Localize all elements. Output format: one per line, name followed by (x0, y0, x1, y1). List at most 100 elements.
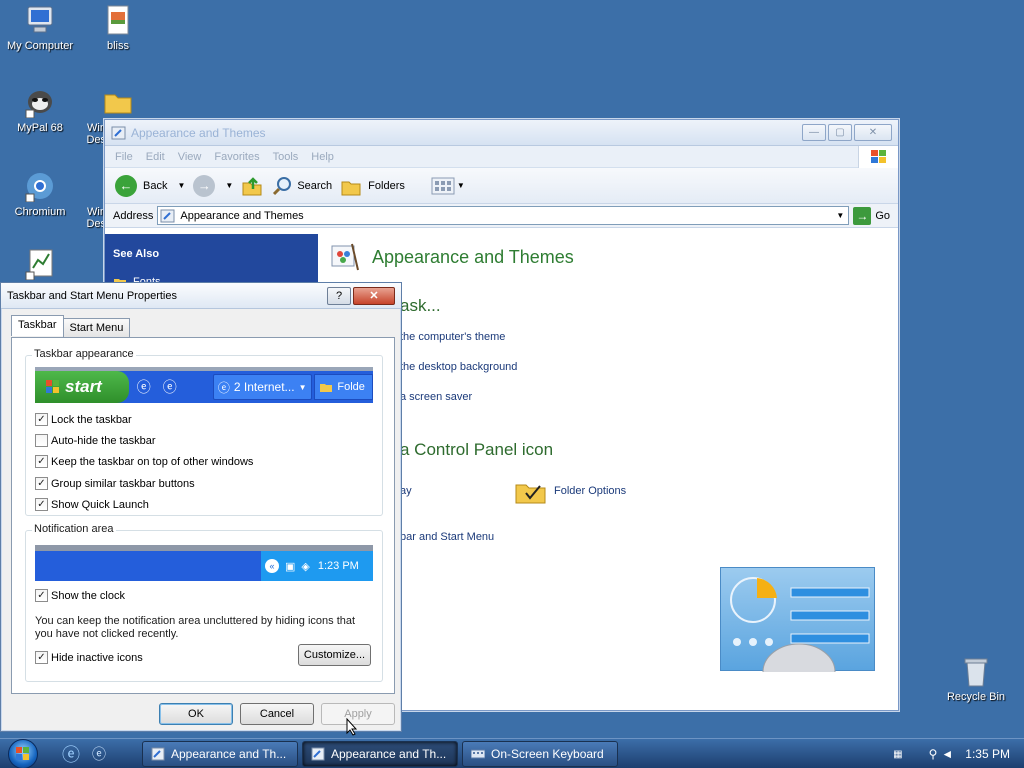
back-dropdown-icon[interactable]: ▼ (177, 181, 185, 190)
explorer-title: Appearance and Themes (131, 125, 266, 140)
control-panel-icon (111, 125, 127, 141)
desktop-icon-recycle-bin[interactable]: Recycle Bin (942, 656, 1010, 703)
search-button[interactable]: Search (271, 175, 332, 197)
desktop-icon-my-computer[interactable]: My Computer (2, 4, 78, 52)
taskbar-button-onscreen-keyboard[interactable]: On-Screen Keyboard (462, 740, 618, 767)
notification-area-label: Notification area (32, 523, 116, 535)
keyboard-tray-icon[interactable]: ▦ (893, 749, 902, 760)
minimize-button[interactable]: — (802, 124, 826, 141)
address-value: Appearance and Themes (180, 209, 304, 222)
dialog-titlebar[interactable]: Taskbar and Start Menu Properties ? ✕ (1, 283, 401, 309)
cancel-button[interactable]: Cancel (240, 703, 314, 725)
checkbox-autohide[interactable] (35, 434, 48, 447)
network-tray-icon[interactable]: ⚲ (929, 747, 938, 761)
quick-launch-checkbox[interactable]: ✓ Show Quick Launch (35, 498, 149, 511)
forward-arrow-icon: → (193, 174, 216, 197)
close-button[interactable]: ✕ (854, 124, 892, 141)
auto-hide-checkbox[interactable]: Auto-hide the taskbar (35, 434, 156, 447)
desktop-icon-chart-doc[interactable] (2, 248, 78, 284)
views-button[interactable]: ▼ (431, 176, 465, 196)
menu-view[interactable]: View (178, 151, 202, 163)
checkbox-lock[interactable]: ✓ (35, 413, 48, 426)
control-panel-icon (311, 747, 325, 760)
views-dropdown-icon: ▼ (456, 181, 465, 190)
customize-button[interactable]: Customize... (298, 644, 371, 666)
quick-launch-preview: ⓔ ⓔ (129, 371, 211, 403)
explorer-titlebar[interactable]: Appearance and Themes — ▢ ✕ (105, 120, 898, 146)
tab-taskbar[interactable]: Taskbar (11, 315, 64, 336)
show-clock-checkbox[interactable]: ✓ Show the clock (35, 589, 125, 602)
task-change-background[interactable]: the desktop background (400, 361, 517, 373)
search-icon (273, 176, 292, 195)
network-icon: ▣ (285, 560, 296, 573)
start-orb-button[interactable] (8, 738, 38, 768)
cp-item-folder-options[interactable]: Folder Options (514, 477, 626, 505)
apply-button[interactable]: Apply (321, 703, 395, 725)
control-panel-illustration (720, 567, 875, 701)
windows-flag-icon (16, 746, 29, 760)
dialog-title: Taskbar and Start Menu Properties (7, 289, 177, 302)
menu-tools[interactable]: Tools (273, 151, 299, 163)
folders-icon (341, 181, 361, 195)
forward-button[interactable]: → ▼ (193, 174, 233, 197)
checkbox-quicklaunch[interactable]: ✓ (35, 498, 48, 511)
checkbox-clock[interactable]: ✓ (35, 589, 48, 602)
chevron-left-icon: « (265, 559, 279, 573)
go-button[interactable]: → Go (853, 206, 890, 225)
help-button[interactable]: ? (327, 286, 351, 305)
taskbar-preview-image: start ⓔ ⓔ ⓔ 2 Internet... ▼ Folde (35, 367, 373, 403)
ie-quicklaunch-icon[interactable]: ⓔ (62, 741, 80, 767)
lock-taskbar-checkbox[interactable]: ✓ Lock the taskbar (35, 413, 132, 426)
back-button[interactable]: ← Back ▼ (115, 174, 185, 197)
volume-tray-icon[interactable]: ◄ (941, 747, 953, 761)
desktop-icon-chromium[interactable]: Chromium (2, 170, 78, 218)
menu-help[interactable]: Help (311, 151, 334, 163)
computer-icon (24, 4, 56, 36)
task-choose-screensaver[interactable]: a screen saver (400, 391, 472, 403)
menu-bar: File Edit View Favorites Tools Help (105, 146, 898, 168)
taskbar-tab-panel: Taskbar appearance start ⓔ ⓔ ⓔ 2 Interne… (11, 337, 395, 694)
checkbox-group[interactable]: ✓ (35, 477, 48, 490)
address-bar: Address Appearance and Themes ▼ → Go (105, 204, 898, 228)
mouse-cursor-icon (346, 718, 358, 736)
up-folder-button[interactable] (241, 175, 263, 197)
appearance-themes-icon (328, 240, 362, 274)
taskbar-button-appearance-1[interactable]: Appearance and Th... (142, 740, 298, 767)
views-grid-icon (431, 177, 455, 194)
folders-button[interactable]: Folders (340, 175, 405, 197)
desktop-icon-bliss[interactable]: bliss (80, 4, 156, 52)
ie-icon: ⓔ (217, 380, 230, 395)
cp-item-taskbar-start-menu[interactable]: bar and Start Menu (400, 531, 494, 543)
windows-flag-icon (46, 380, 59, 393)
taskbar-button-appearance-2[interactable]: Appearance and Th... (302, 740, 458, 767)
tab-start-menu[interactable]: Start Menu (62, 318, 131, 337)
menu-edit[interactable]: Edit (146, 151, 165, 163)
maximize-button[interactable]: ▢ (828, 124, 852, 141)
taskbar-clock[interactable]: 1:35 PM (965, 747, 1010, 761)
ie-icon: ⓔ (136, 379, 151, 395)
system-tray: ▦ ⚲ ◄ 1:35 PM (893, 739, 1024, 768)
forward-dropdown-icon[interactable]: ▼ (225, 181, 233, 190)
ie-shortcut-quicklaunch-icon[interactable]: ⓔ (92, 744, 106, 764)
folder-task-preview: Folde (314, 374, 373, 400)
windows-logo-icon (858, 146, 898, 168)
ok-button[interactable]: OK (159, 703, 233, 725)
dialog-tabs: Taskbar Start Menu (11, 315, 131, 337)
dialog-close-button[interactable]: ✕ (353, 286, 395, 305)
pick-a-task-heading: ask... (400, 296, 441, 315)
content-header: Appearance and Themes (328, 240, 574, 274)
checkbox-ontop[interactable]: ✓ (35, 455, 48, 468)
task-change-theme[interactable]: the computer's theme (400, 331, 505, 343)
menu-favorites[interactable]: Favorites (214, 151, 259, 163)
checkbox-hide-inactive[interactable]: ✓ (35, 651, 48, 664)
menu-file[interactable]: File (115, 151, 133, 163)
address-field[interactable]: Appearance and Themes ▼ (157, 206, 850, 225)
address-dropdown-icon[interactable]: ▼ (832, 207, 848, 224)
folder-icon (102, 86, 134, 118)
group-buttons-checkbox[interactable]: ✓ Group similar taskbar buttons (35, 477, 195, 490)
content-heading: Appearance and Themes (372, 246, 574, 267)
desktop-icon-mypal[interactable]: MyPal 68 (2, 86, 78, 134)
go-arrow-icon: → (853, 206, 872, 225)
hide-inactive-checkbox[interactable]: ✓ Hide inactive icons (35, 651, 143, 664)
keep-on-top-checkbox[interactable]: ✓ Keep the taskbar on top of other windo… (35, 455, 253, 468)
